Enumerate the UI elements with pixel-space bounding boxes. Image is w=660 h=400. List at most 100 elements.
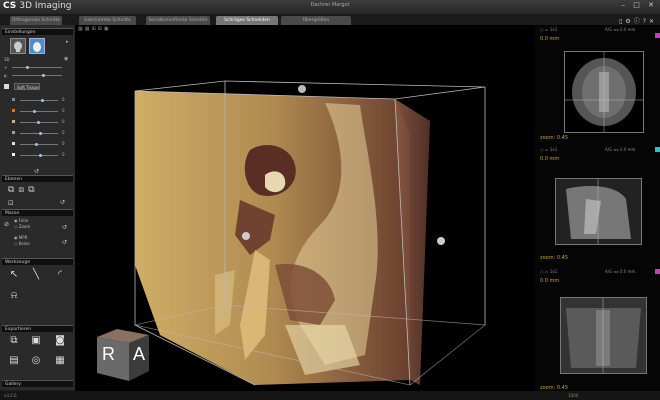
level-slider[interactable] [20,143,58,146]
softtissue-mode-button[interactable] [29,38,45,54]
reset-icon[interactable]: ↺ [34,168,39,175]
left-handle[interactable] [242,232,250,240]
section-masse[interactable]: Masse [2,209,73,216]
level-swatch[interactable] [12,153,15,156]
panel-mode-1[interactable]: A/G ◂ ▸ 0.0 mm [605,27,635,32]
level-slider[interactable] [20,154,58,157]
level-knob[interactable] [35,143,39,146]
tab-curved[interactable]: Gekrümmte Schnitte [79,16,136,25]
level-knob[interactable] [39,154,42,157]
3d-viewer[interactable]: ▦▦⊞⊞▣ R A [75,25,535,391]
level-row[interactable]: 0 [0,107,75,115]
section-gallery[interactable]: Gallery [2,380,73,387]
section-exportieren[interactable]: Exportieren [2,325,73,332]
tab-serial[interactable]: Serialbrennflecke Schnitte [146,16,210,25]
level-swatch[interactable] [12,142,15,145]
sagittal-slice[interactable] [555,178,642,245]
tab-bar: Orthogonale Schnitte Gekrümmte Schnitte … [0,14,660,25]
panel-accent-1 [655,33,660,38]
level-swatch[interactable] [12,109,15,112]
camera-icon[interactable]: ◙ [54,335,66,347]
disc-icon[interactable]: ◎ [30,355,42,367]
level-value: 0 [62,119,65,124]
plane-buttons[interactable]: ⧉⧈⧉ [8,185,39,195]
level-swatch[interactable] [12,131,15,134]
ruler-icon: ⊘ [4,221,10,228]
level-value: 0 [62,108,65,113]
panel-mode-2[interactable]: A/G ◂ ▸ 0.0 mm [605,147,635,152]
minimize-button[interactable]: – [622,1,629,9]
window-controls[interactable]: – □ ✕ [622,1,657,9]
checkbox-icon[interactable] [4,84,9,89]
preset-select[interactable]: Soft Tissue [14,83,40,90]
copy-icon[interactable]: ⧉ [8,335,20,347]
document-icon[interactable]: ▤ [8,355,20,367]
maximize-button[interactable]: □ [633,1,643,9]
reset-masse-icon[interactable]: ↺ [62,224,67,231]
reset-mpr-icon[interactable]: ↺ [62,239,67,246]
bone-mode-button[interactable] [10,38,26,54]
status-right: 1000 [568,393,579,398]
section-ebenen[interactable]: Ebenen [2,175,73,182]
mode-label: 3D [4,57,10,62]
tab-oversize[interactable]: Übergrößen [281,16,351,25]
print-icon[interactable]: ▦ [54,355,66,367]
panel-mode-3[interactable]: A/G ◂ ▸ 0.0 mm [605,269,635,274]
panel-toolbar-2[interactable]: ○ ▭ 1x1 [540,147,557,152]
film-icon[interactable]: ▣ [30,335,42,347]
level-row[interactable]: 0 [0,96,75,104]
pointer-tool-icon[interactable]: ↖ [8,269,20,281]
viewer-toolbar[interactable]: ▦▦⊞⊞▣ [78,26,111,32]
level-row[interactable]: 0 [0,129,75,137]
level-value: 0 [62,141,65,146]
brightness-slider[interactable] [12,74,62,77]
masse-opt-keine[interactable]: ○ Keine [14,241,30,246]
opacity-slider[interactable] [12,66,62,69]
fit-icon[interactable]: ⊡ [8,199,14,207]
tab-orthogonal[interactable]: Orthogonale Schnitte [10,16,62,25]
level-swatch[interactable] [12,98,15,101]
cube-face-a: A [133,344,146,364]
close-icon[interactable]: ✕ [649,18,657,25]
level-slider[interactable] [20,110,58,113]
level-slider[interactable] [20,132,58,135]
head-icon [33,42,41,52]
info-icon[interactable]: ⓘ [634,18,643,25]
rotate-icon[interactable]: ↺ [60,199,65,206]
panel-zoom-2: zoom: 0.45 [540,255,569,261]
expand-icon[interactable]: ▸ [66,39,69,45]
level-row[interactable]: 0 [0,151,75,159]
level-knob[interactable] [37,121,41,124]
teeth-tool-icon[interactable]: ⍾ [8,290,20,302]
level-swatch[interactable] [12,120,15,123]
level-value: 0 [62,130,65,135]
skull-icon [14,41,22,52]
tab-oblique[interactable]: Schräges Schneiden [216,16,278,25]
top-handle[interactable] [298,85,306,93]
panel-toolbar-1[interactable]: ○ ▭ 1x1 [540,27,557,32]
cube-face-r: R [102,344,115,364]
masse-opt-mpr[interactable]: ◉ MPR [14,235,27,240]
masse-opt-folie[interactable]: ◉ Folie [14,218,28,223]
level-knob[interactable] [39,132,42,135]
axial-slice[interactable] [564,51,644,133]
close-window-button[interactable]: ✕ [648,1,657,9]
masse-opt-zoom[interactable]: ○ Zoom [14,224,30,229]
right-handle[interactable] [437,237,445,245]
panel-toolbar-3[interactable]: ○ ▭ 1x1 [540,269,557,274]
panel-mm-2: 0.0 mm [540,156,560,162]
section-einstellungen[interactable]: Einstellungen [2,28,73,35]
level-row[interactable]: 0 [0,140,75,148]
eye-icon[interactable]: ◉ [64,56,68,62]
level-slider[interactable] [20,99,58,102]
line-tool-icon[interactable]: ╲ [30,269,42,281]
coronal-slice[interactable] [560,297,647,374]
gear-icon[interactable]: ⚙ [625,18,633,25]
curve-tool-icon[interactable]: ◜ [54,269,66,281]
level-knob[interactable] [40,99,44,102]
level-row[interactable]: 0 [0,118,75,126]
level-knob[interactable] [33,110,37,113]
level-slider[interactable] [20,121,58,124]
section-werkzeuge[interactable]: Werkzeuge [2,258,73,265]
level-value: 0 [62,152,65,157]
